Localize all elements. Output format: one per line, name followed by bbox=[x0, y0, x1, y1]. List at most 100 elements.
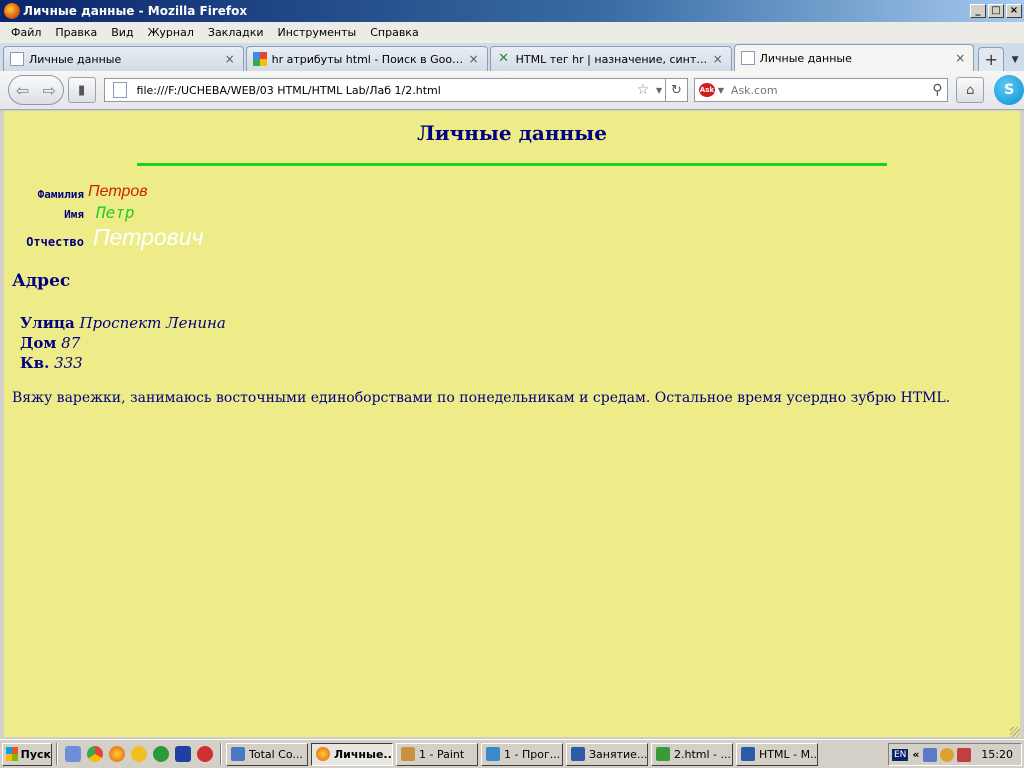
first-name-label: Имя bbox=[64, 208, 84, 221]
menu-help[interactable]: Справка bbox=[363, 26, 425, 39]
taskbar-item-label: 2.html - ... bbox=[674, 747, 732, 761]
search-input[interactable] bbox=[730, 83, 928, 97]
minimize-button[interactable]: _ bbox=[970, 4, 986, 18]
app-icon bbox=[316, 747, 330, 761]
menu-view[interactable]: Вид bbox=[104, 26, 140, 39]
tab-2[interactable]: hr атрибуты html - Поиск в Google × bbox=[245, 46, 488, 71]
address-heading: Адрес bbox=[12, 271, 71, 291]
tab-label: Личные данные bbox=[759, 51, 852, 65]
tab-close-icon[interactable]: × bbox=[711, 52, 725, 66]
tray-app-icon[interactable] bbox=[939, 747, 954, 762]
site-icon: ✕ bbox=[498, 51, 510, 66]
quicklaunch-firefox-icon[interactable] bbox=[109, 746, 125, 762]
menu-tools[interactable]: Инструменты bbox=[271, 26, 364, 39]
network-icon[interactable] bbox=[922, 747, 937, 762]
back-forward-group: ⇦ ⇨ bbox=[8, 75, 64, 105]
url-bar[interactable]: ☆ ▼ bbox=[103, 78, 667, 102]
taskbar-item-label: Total Co... bbox=[249, 747, 303, 761]
tab-1[interactable]: Личные данные × bbox=[3, 46, 244, 71]
taskbar-item-firefox[interactable]: Личные... bbox=[311, 742, 393, 766]
taskbar-item-label: HTML - M... bbox=[759, 747, 818, 761]
street-label: Улица bbox=[20, 314, 75, 332]
taskbar-item-totalcommander[interactable]: Total Co... bbox=[226, 742, 308, 766]
search-icon[interactable]: ⚲ bbox=[927, 82, 947, 98]
page-content: Личные данные Фамилия Петров Имя Петр От… bbox=[4, 111, 1020, 737]
resize-grip-icon[interactable] bbox=[1010, 727, 1020, 737]
tab-close-icon[interactable]: × bbox=[953, 51, 967, 65]
close-window-button[interactable]: × bbox=[1006, 4, 1022, 18]
firefox-icon bbox=[4, 3, 20, 19]
quicklaunch-chrome-icon[interactable] bbox=[87, 746, 103, 762]
page-icon bbox=[740, 51, 755, 65]
tab-close-icon[interactable]: × bbox=[223, 52, 237, 66]
quicklaunch-desktop-icon[interactable] bbox=[65, 746, 81, 762]
divider bbox=[56, 743, 58, 765]
menu-bookmarks[interactable]: Закладки bbox=[201, 26, 271, 39]
patronymic-label: Отчество bbox=[26, 235, 84, 249]
new-tab-button[interactable]: + bbox=[978, 47, 1005, 71]
quicklaunch-player-icon[interactable] bbox=[131, 746, 147, 762]
surname-value: Петров bbox=[88, 183, 148, 200]
system-tray: EN « 15:20 bbox=[888, 743, 1022, 766]
maximize-button[interactable]: □ bbox=[988, 4, 1004, 18]
tab-4-active[interactable]: Личные данные × bbox=[733, 44, 975, 71]
url-input[interactable] bbox=[136, 83, 634, 97]
menu-history[interactable]: Журнал bbox=[141, 26, 201, 39]
google-icon bbox=[252, 52, 267, 66]
app-icon bbox=[231, 747, 245, 761]
taskbar-item-label: 1 - Прог... bbox=[504, 747, 561, 761]
menu-file[interactable]: Файл bbox=[4, 26, 48, 39]
app-icon bbox=[401, 747, 415, 761]
skype-icon[interactable]: S bbox=[994, 75, 1024, 105]
taskbar: Пуск Total Co... Личные... 1 - Paint 1 -… bbox=[0, 739, 1024, 768]
forward-arrow-icon[interactable]: ⇨ bbox=[43, 81, 56, 100]
window-title: Личные данные - Mozilla Firefox bbox=[23, 4, 248, 18]
navigation-toolbar: ⇦ ⇨ ▮ ☆ ▼ ↻ Ask ▼ ⚲ ⌂ S bbox=[0, 71, 1024, 110]
start-label: Пуск bbox=[20, 747, 51, 761]
bookmark-star-icon[interactable]: ☆ bbox=[633, 82, 653, 98]
taskbar-item-word2[interactable]: HTML - M... bbox=[736, 742, 818, 766]
taskbar-item-label: 1 - Paint bbox=[419, 747, 465, 761]
taskbar-item-word[interactable]: Занятие... bbox=[566, 742, 648, 766]
url-dropdown-icon[interactable]: ▼ bbox=[653, 86, 665, 95]
tab-3[interactable]: ✕ HTML тег hr | назначение, синтаксис,..… bbox=[489, 46, 732, 71]
tab-bar: Личные данные × hr атрибуты html - Поиск… bbox=[0, 43, 1024, 71]
search-engine-dropdown-icon[interactable]: ▼ bbox=[715, 86, 727, 95]
tray-expand-icon[interactable]: « bbox=[912, 748, 919, 761]
search-bar[interactable]: Ask ▼ ⚲ bbox=[693, 78, 949, 102]
tab-close-icon[interactable]: × bbox=[467, 52, 481, 66]
quicklaunch-utorrent-icon[interactable] bbox=[153, 746, 169, 762]
menu-bar: Файл Правка Вид Журнал Закладки Инструме… bbox=[0, 22, 1024, 43]
street-value: Проспект Ленина bbox=[79, 314, 226, 332]
menu-edit[interactable]: Правка bbox=[48, 26, 104, 39]
tab-list-chevron-icon[interactable]: ▼ bbox=[1006, 55, 1024, 65]
taskbar-item-label: Личные... bbox=[334, 747, 393, 761]
house-label: Дом bbox=[20, 334, 57, 352]
tab-label: Личные данные bbox=[29, 52, 122, 66]
app-icon bbox=[486, 747, 500, 761]
reload-icon[interactable]: ↻ bbox=[666, 78, 688, 102]
volume-icon[interactable] bbox=[956, 747, 971, 762]
clock: 15:20 bbox=[981, 748, 1013, 761]
home-icon[interactable]: ⌂ bbox=[956, 77, 985, 103]
taskbar-item-viewer[interactable]: 1 - Прог... bbox=[481, 742, 563, 766]
tab-label: HTML тег hr | назначение, синтаксис,... bbox=[515, 52, 711, 66]
app-icon bbox=[656, 747, 670, 761]
patronymic-value: Петрович bbox=[93, 224, 204, 250]
quicklaunch-save-icon[interactable] bbox=[175, 746, 191, 762]
quicklaunch-opera-icon[interactable] bbox=[197, 746, 213, 762]
bars-icon[interactable]: ▮ bbox=[67, 77, 96, 103]
app-icon bbox=[741, 747, 755, 761]
taskbar-item-notepad[interactable]: 2.html - ... bbox=[651, 742, 733, 766]
taskbar-item-paint[interactable]: 1 - Paint bbox=[396, 742, 478, 766]
windows-logo-icon bbox=[6, 747, 18, 761]
first-name-value: Петр bbox=[96, 203, 135, 222]
taskbar-item-label: Занятие... bbox=[589, 747, 648, 761]
ask-logo-icon: Ask bbox=[698, 83, 715, 97]
language-indicator[interactable]: EN bbox=[892, 748, 909, 761]
start-button[interactable]: Пуск bbox=[2, 742, 52, 766]
horizontal-rule bbox=[137, 163, 887, 166]
window-titlebar: Личные данные - Mozilla Firefox _ □ × bbox=[0, 0, 1024, 22]
apartment-value: 333 bbox=[54, 354, 83, 372]
back-arrow-icon[interactable]: ⇦ bbox=[16, 81, 29, 100]
